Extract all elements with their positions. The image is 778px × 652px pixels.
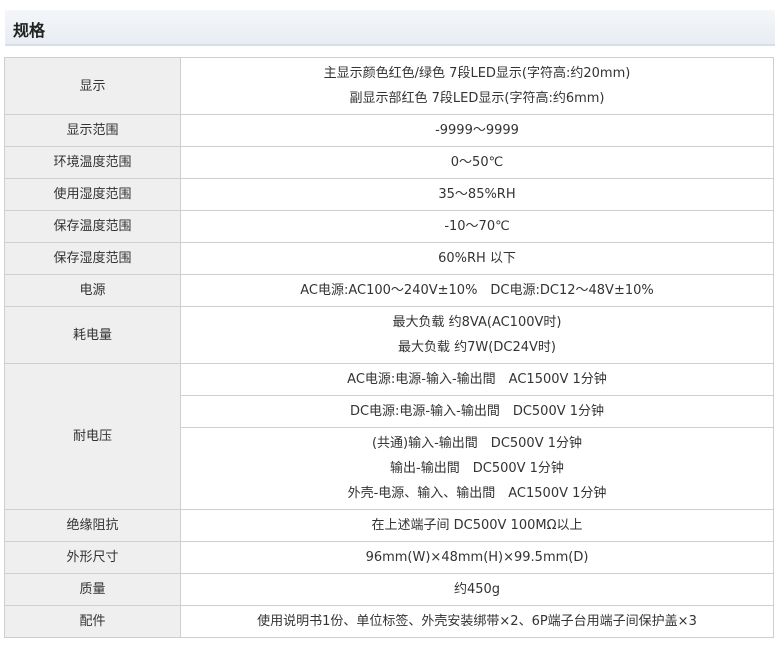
table-row: 耗电量 最大负载 约8VA(AC100V时) 最大负载 约7W(DC24V时) — [4, 306, 774, 364]
section-header: 规格 — [5, 10, 775, 46]
table-row: 电源 AC电源:AC100～240V±10% DC电源:DC12～48V±10% — [4, 274, 774, 307]
row-label: 显示 — [4, 57, 181, 115]
row-value: 约450g — [180, 573, 774, 606]
table-row: 质量 约450g — [4, 573, 774, 606]
row-value: -10～70℃ — [180, 210, 774, 243]
table-row: 使用湿度范围 35～85%RH — [4, 178, 774, 211]
row-value: 在上述端子间 DC500V 100MΩ以上 — [180, 509, 774, 542]
row-label: 保存温度范围 — [4, 210, 181, 243]
table-row: 显示范围 -9999～9999 — [4, 114, 774, 147]
value-line: 主显示颜色红色/绿色 7段LED显示(字符高:约20mm) — [323, 66, 631, 81]
row-value: AC电源:AC100～240V±10% DC电源:DC12～48V±10% — [180, 274, 774, 307]
table-row: 耐电压 AC电源:电源-输入-输出間 AC1500V 1分钟 — [4, 363, 774, 510]
table-row: 保存温度范围 -10～70℃ — [4, 210, 774, 243]
value-line: (共通)输入-输出間 DC500V 1分钟 — [371, 436, 583, 451]
row-label: 显示范围 — [4, 114, 181, 147]
table-row: 环境温度范围 0～50℃ — [4, 146, 774, 179]
row-value: 35～85%RH — [180, 178, 774, 211]
row-label: 耗电量 — [4, 306, 181, 364]
table-row: 显示 主显示颜色红色/绿色 7段LED显示(字符高:约20mm) 副显示部红色 … — [4, 57, 774, 115]
row-value: 0～50℃ — [180, 146, 774, 179]
row-label: 配件 — [4, 605, 181, 638]
value-line: 外壳-电源、输入、输出間 AC1500V 1分钟 — [347, 486, 607, 501]
row-label: 外形尺寸 — [4, 541, 181, 574]
table-row: 绝缘阻抗 在上述端子间 DC500V 100MΩ以上 — [4, 509, 774, 542]
row-label: 耐电压 — [4, 363, 181, 510]
value-line: 副显示部红色 7段LED显示(字符高:约6mm) — [349, 91, 605, 106]
row-value: 主显示颜色红色/绿色 7段LED显示(字符高:约20mm) 副显示部红色 7段L… — [180, 57, 774, 115]
row-value: -9999～9999 — [180, 114, 774, 147]
row-label: 使用湿度范围 — [4, 178, 181, 211]
row-value: 96mm(W)×48mm(H)×99.5mm(D) — [180, 541, 774, 574]
value-line: 输出-输出間 DC500V 1分钟 — [390, 461, 564, 476]
row-value: 最大负载 约8VA(AC100V时) 最大负载 约7W(DC24V时) — [180, 306, 774, 364]
row-label: 环境温度范围 — [4, 146, 181, 179]
row-value: DC电源:电源-输入-输出間 DC500V 1分钟 — [180, 395, 774, 428]
row-value: (共通)输入-输出間 DC500V 1分钟 输出-输出間 DC500V 1分钟 … — [180, 427, 774, 510]
table-row: 外形尺寸 96mm(W)×48mm(H)×99.5mm(D) — [4, 541, 774, 574]
value-line: 最大负载 约8VA(AC100V时) — [392, 315, 562, 330]
value-line: 最大负载 约7W(DC24V时) — [398, 340, 556, 355]
section-title: 规格 — [13, 21, 46, 40]
row-label: 绝缘阻抗 — [4, 509, 181, 542]
table-row: 保存湿度范围 60%RH 以下 — [4, 242, 774, 275]
row-label: 保存湿度范围 — [4, 242, 181, 275]
row-label: 质量 — [4, 573, 181, 606]
spec-table: 显示 主显示颜色红色/绿色 7段LED显示(字符高:约20mm) 副显示部红色 … — [4, 57, 774, 638]
row-label: 电源 — [4, 274, 181, 307]
row-value: 使用说明书1份、单位标签、外壳安装绑带×2、6P端子台用端子间保护盖×3 — [180, 605, 774, 638]
row-value: 60%RH 以下 — [180, 242, 774, 275]
row-value: AC电源:电源-输入-输出間 AC1500V 1分钟 — [180, 363, 774, 396]
table-row: 配件 使用说明书1份、单位标签、外壳安装绑带×2、6P端子台用端子间保护盖×3 — [4, 605, 774, 638]
